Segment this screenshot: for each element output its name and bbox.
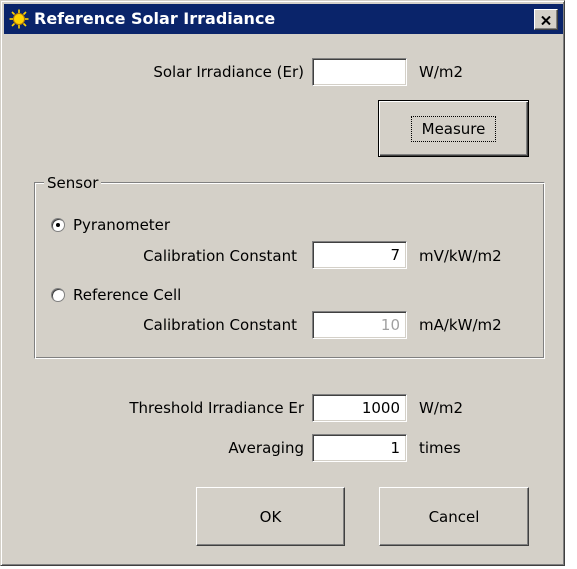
title-bar[interactable]: Reference Solar Irradiance [4, 4, 563, 34]
threshold-unit: W/m2 [419, 399, 464, 417]
sensor-group-label: Sensor [44, 175, 102, 191]
pyranometer-constant-unit: mV/kW/m2 [419, 247, 502, 265]
window-title: Reference Solar Irradiance [34, 9, 276, 28]
averaging-field[interactable] [312, 434, 407, 462]
close-button[interactable] [534, 9, 558, 30]
pyranometer-constant-label: Calibration Constant [143, 247, 297, 265]
reference-cell-label[interactable]: Reference Cell [73, 284, 181, 306]
threshold-label: Threshold Irradiance Er [129, 399, 304, 417]
irradiance-unit: W/m2 [419, 63, 464, 81]
irradiance-field[interactable] [312, 58, 407, 86]
averaging-unit: times [419, 439, 461, 457]
pyranometer-label[interactable]: Pyranometer [73, 214, 170, 236]
ok-button-label: OK [259, 507, 282, 526]
cancel-button-label: Cancel [428, 507, 480, 526]
dialog-window: Reference Solar Irradiance Solar Irradia… [0, 0, 565, 566]
measure-button-label: Measure [410, 115, 497, 142]
ok-button[interactable]: OK [196, 487, 345, 546]
pyranometer-radio[interactable] [51, 218, 65, 232]
reference-cell-radio[interactable] [51, 288, 65, 302]
irradiance-label: Solar Irradiance (Er) [153, 63, 304, 81]
averaging-label: Averaging [228, 439, 304, 457]
threshold-field[interactable] [312, 394, 407, 422]
reference-cell-constant-field [312, 311, 407, 339]
cancel-button[interactable]: Cancel [379, 487, 529, 546]
pyranometer-constant-field[interactable] [312, 241, 407, 269]
radio-selected-dot [56, 223, 60, 227]
reference-cell-constant-label: Calibration Constant [143, 316, 297, 334]
close-icon [541, 11, 551, 29]
reference-cell-constant-unit: mA/kW/m2 [419, 316, 502, 334]
sun-icon [9, 9, 29, 29]
measure-button[interactable]: Measure [378, 100, 529, 157]
